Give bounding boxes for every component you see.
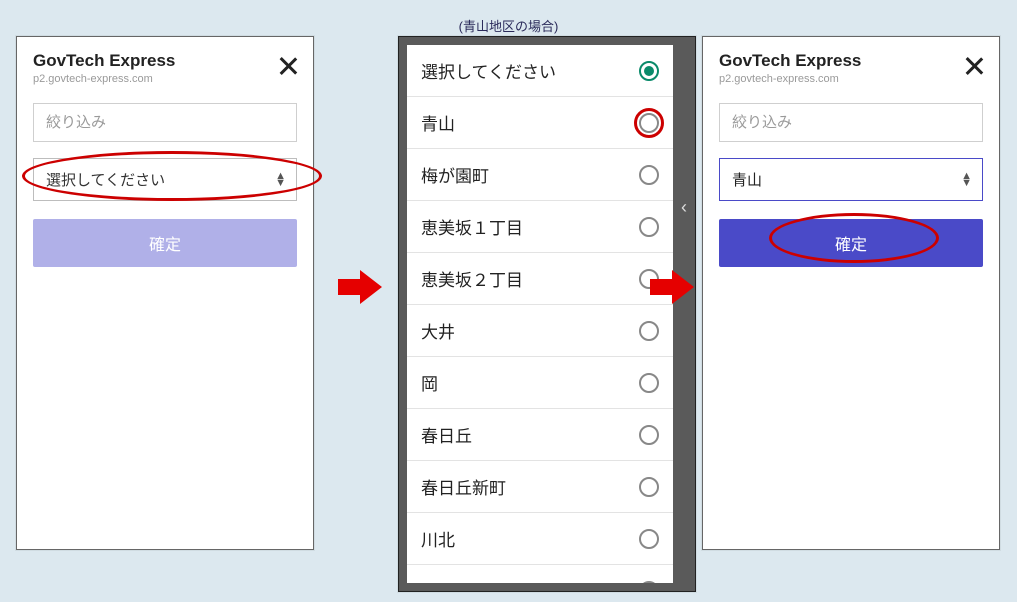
option-row[interactable]: 川北 — [407, 513, 673, 565]
option-label: 梅が園町 — [421, 162, 489, 187]
option-label: 春日丘 — [421, 422, 472, 447]
panel-step1: GovTech Express p2.govtech-express.com 選… — [16, 36, 314, 566]
option-label: 川北 — [421, 526, 455, 551]
phone-frame: 選択してください青山梅が園町恵美坂１丁目恵美坂２丁目大井岡春日丘春日丘新町川北北… — [398, 36, 696, 592]
option-row[interactable]: 梅が園町 — [407, 149, 673, 201]
example-caption: (青山地区の場合) — [459, 16, 559, 35]
modal-header: GovTech Express p2.govtech-express.com — [703, 37, 999, 95]
modal-body: 選択してください ▲▼ 確定 — [17, 95, 313, 283]
radio-icon[interactable] — [639, 113, 659, 133]
close-icon[interactable] — [963, 55, 985, 77]
updown-icon: ▲▼ — [275, 173, 286, 187]
radio-icon[interactable] — [639, 321, 659, 341]
option-label: 大井 — [421, 318, 455, 343]
modal-body: 青山 ▲▼ 確定 — [703, 95, 999, 283]
option-label: 選択してください — [421, 58, 556, 83]
confirm-button[interactable]: 確定 — [719, 219, 983, 267]
option-row[interactable]: 恵美坂１丁目 — [407, 201, 673, 253]
arrow-icon — [650, 270, 694, 304]
option-row[interactable]: 選択してください — [407, 45, 673, 97]
radio-icon[interactable] — [639, 165, 659, 185]
filter-input[interactable] — [719, 103, 983, 142]
option-label: 春日丘新町 — [421, 474, 506, 499]
option-label: 北岡 — [421, 578, 455, 583]
radio-icon[interactable] — [639, 581, 659, 584]
option-row[interactable]: 北岡 — [407, 565, 673, 583]
district-select[interactable]: 青山 ▲▼ — [719, 158, 983, 201]
modal-header: GovTech Express p2.govtech-express.com — [17, 37, 313, 95]
app-domain: p2.govtech-express.com — [719, 73, 983, 85]
highlight-ring-option — [634, 108, 664, 138]
arrow-icon — [338, 270, 382, 304]
panel-step3: GovTech Express p2.govtech-express.com 青… — [702, 36, 1000, 566]
radio-icon[interactable] — [639, 217, 659, 237]
option-label: 恵美坂１丁目 — [421, 214, 523, 239]
app-domain: p2.govtech-express.com — [33, 73, 297, 85]
option-label: 恵美坂２丁目 — [421, 266, 523, 291]
option-row[interactable]: 大井 — [407, 305, 673, 357]
option-row[interactable]: 春日丘新町 — [407, 461, 673, 513]
chevron-left-icon: ‹ — [677, 197, 691, 227]
phone-frame: GovTech Express p2.govtech-express.com 選… — [16, 36, 314, 550]
app-title: GovTech Express — [719, 51, 983, 71]
option-label: 青山 — [421, 110, 455, 135]
radio-icon[interactable] — [639, 425, 659, 445]
option-row[interactable]: 恵美坂２丁目 — [407, 253, 673, 305]
option-row[interactable]: 青山 — [407, 97, 673, 149]
district-select[interactable]: 選択してください ▲▼ — [33, 158, 297, 201]
app-title: GovTech Express — [33, 51, 297, 71]
radio-icon[interactable] — [639, 61, 659, 81]
confirm-button[interactable]: 確定 — [33, 219, 297, 267]
close-icon[interactable] — [277, 55, 299, 77]
option-row[interactable]: 春日丘 — [407, 409, 673, 461]
radio-icon[interactable] — [639, 477, 659, 497]
option-row[interactable]: 岡 — [407, 357, 673, 409]
radio-icon[interactable] — [639, 373, 659, 393]
filter-input[interactable] — [33, 103, 297, 142]
select-placeholder: 選択してください — [46, 169, 165, 190]
phone-frame: GovTech Express p2.govtech-express.com 青… — [702, 36, 1000, 550]
radio-icon[interactable] — [639, 529, 659, 549]
options-list: 選択してください青山梅が園町恵美坂１丁目恵美坂２丁目大井岡春日丘春日丘新町川北北… — [407, 45, 673, 583]
select-value: 青山 — [732, 169, 762, 190]
option-label: 岡 — [421, 370, 438, 395]
updown-icon: ▲▼ — [961, 173, 972, 187]
